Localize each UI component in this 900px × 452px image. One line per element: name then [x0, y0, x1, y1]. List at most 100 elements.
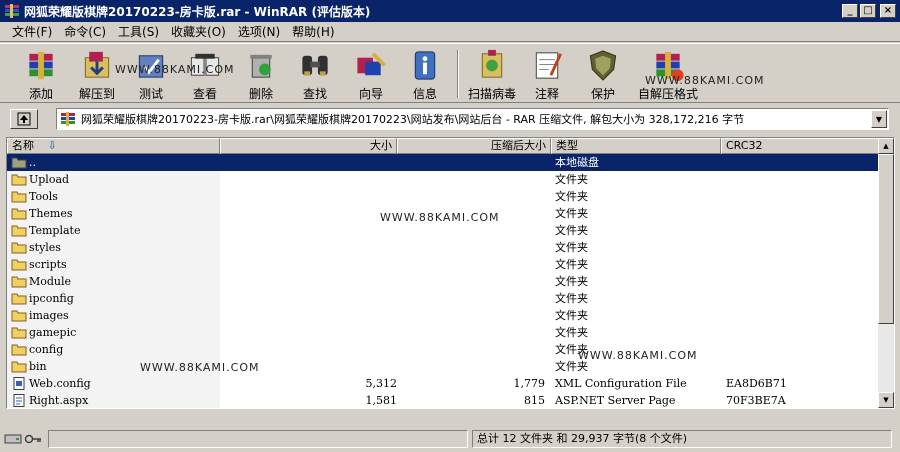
file-size: [222, 324, 397, 341]
file-name: Web.config: [29, 377, 91, 390]
scroll-up-button[interactable]: ▲: [878, 138, 894, 154]
file-row[interactable]: Module 文件夹: [7, 273, 879, 290]
file-size: [222, 341, 397, 358]
file-row[interactable]: Right.aspx 1,581 815 ASP.NET Server Page 70F…: [7, 392, 879, 408]
window-title: 网狐荣耀版棋牌20170223-房卡版.rar - WinRAR (评估版本): [24, 4, 371, 19]
file-packed-size: [397, 290, 545, 307]
file-size: [222, 256, 397, 273]
file-type: 文件夹: [555, 292, 588, 305]
file-row[interactable]: Web.config 5,312 1,779 XML Configuration Fi…: [7, 375, 879, 392]
delete-button[interactable]: 删除: [234, 46, 288, 102]
sfx-label: 自解压格式: [637, 87, 698, 101]
toolbar-separator: [457, 50, 459, 98]
menu-favorites[interactable]: 收藏夹(O): [165, 23, 232, 40]
watermark-text: WWW.88KAMI.COM: [578, 349, 698, 362]
aspx-file-icon: [13, 394, 25, 407]
find-button[interactable]: 查找: [288, 46, 342, 102]
comment-button[interactable]: 注释: [520, 46, 574, 102]
file-name: styles: [29, 241, 61, 254]
info-button[interactable]: 信息: [398, 46, 452, 102]
file-crc: [726, 273, 876, 290]
file-size: [222, 205, 397, 222]
file-crc: [726, 290, 876, 307]
address-combo[interactable]: 网狐荣耀版棋牌20170223-房卡版.rar\网狐荣耀版棋牌20170223\…: [56, 108, 889, 130]
file-size: [222, 222, 397, 239]
file-packed-size: [397, 188, 545, 205]
close-button[interactable]: ×: [880, 4, 896, 18]
delete-icon: [250, 54, 272, 78]
extract-to-label: 解压到: [78, 87, 115, 101]
column-type-label: 类型: [556, 139, 578, 152]
maximize-button[interactable]: □: [860, 4, 876, 18]
file-row[interactable]: .. 本地磁盘: [7, 154, 879, 171]
scroll-down-button[interactable]: ▼: [878, 392, 894, 408]
file-crc: [726, 256, 876, 273]
file-name-cell: images: [11, 307, 221, 324]
file-name-cell: Template: [11, 222, 221, 239]
status-total: 总计 12 文件夹 和 29,937 字节(8 个文件): [472, 430, 892, 448]
file-type: 本地磁盘: [555, 156, 599, 169]
comment-label: 注释: [534, 87, 559, 101]
file-crc: EA8D6B71: [726, 377, 787, 390]
scroll-thumb[interactable]: [878, 154, 894, 324]
file-row[interactable]: Template 文件夹: [7, 222, 879, 239]
folder-icon: [11, 174, 27, 186]
xml-file-icon: [13, 377, 25, 390]
file-name: bin: [29, 360, 47, 373]
protect-button[interactable]: 保护: [576, 46, 630, 102]
virus-scan-button[interactable]: 扫描病毒: [464, 46, 520, 102]
menu-tools[interactable]: 工具(S): [112, 23, 165, 40]
file-row[interactable]: bin 文件夹: [7, 358, 879, 375]
folder-icon: [11, 361, 27, 373]
file-name: Tools: [29, 190, 58, 203]
up-one-level-button[interactable]: [10, 109, 38, 129]
file-row[interactable]: Tools 文件夹: [7, 188, 879, 205]
column-name[interactable]: 名称 ⇩: [7, 138, 220, 154]
file-type: ASP.NET Server Page: [555, 394, 676, 407]
file-name-cell: ..: [11, 154, 221, 171]
vertical-scrollbar[interactable]: ▲ ▼: [878, 138, 894, 408]
folder-icon: [11, 344, 27, 356]
file-row[interactable]: images 文件夹: [7, 307, 879, 324]
file-row[interactable]: scripts 文件夹: [7, 256, 879, 273]
menu-options[interactable]: 选项(N): [232, 23, 286, 40]
file-size: [222, 154, 397, 171]
sort-arrow-down-icon: ⇩: [47, 139, 57, 152]
column-crc[interactable]: CRC32: [721, 138, 879, 154]
file-row[interactable]: Upload 文件夹: [7, 171, 879, 188]
column-name-label: 名称: [12, 139, 34, 152]
column-type[interactable]: 类型: [551, 138, 721, 154]
file-row[interactable]: ipconfig 文件夹: [7, 290, 879, 307]
file-name-cell: ipconfig: [11, 290, 221, 307]
column-packed-label: 压缩后大小: [491, 139, 546, 152]
file-size: [222, 239, 397, 256]
wizard-icon: [357, 52, 386, 76]
file-type: 文件夹: [555, 309, 588, 322]
watermark-text: WWW.88KAMI.COM: [380, 211, 500, 224]
up-arrow-icon: [17, 112, 31, 126]
minimize-button[interactable]: _: [842, 4, 858, 18]
menu-help[interactable]: 帮助(H): [286, 23, 340, 40]
file-packed-size: [397, 171, 545, 188]
menu-commands[interactable]: 命令(C): [58, 23, 112, 40]
file-row[interactable]: styles 文件夹: [7, 239, 879, 256]
column-size[interactable]: 大小: [220, 138, 397, 154]
arrow-up-icon: ▲: [883, 142, 889, 150]
folder-icon: [11, 310, 27, 322]
wizard-button[interactable]: 向导: [344, 46, 398, 102]
folder-icon: [11, 191, 27, 203]
add-button[interactable]: 添加: [14, 46, 68, 102]
folder-icon: [11, 208, 27, 220]
file-row[interactable]: gamepic 文件夹: [7, 324, 879, 341]
file-row[interactable]: config 文件夹: [7, 341, 879, 358]
find-label: 查找: [302, 87, 327, 101]
file-name: scripts: [29, 258, 67, 271]
column-packed[interactable]: 压缩后大小: [397, 138, 551, 154]
wizard-label: 向导: [358, 87, 383, 101]
address-dropdown-button[interactable]: ▼: [871, 110, 887, 128]
file-name: Module: [29, 275, 72, 288]
file-size: 1,581: [365, 394, 398, 407]
menu-file[interactable]: 文件(F): [6, 23, 58, 40]
file-packed-size: [397, 307, 545, 324]
info-icon: [414, 51, 436, 80]
